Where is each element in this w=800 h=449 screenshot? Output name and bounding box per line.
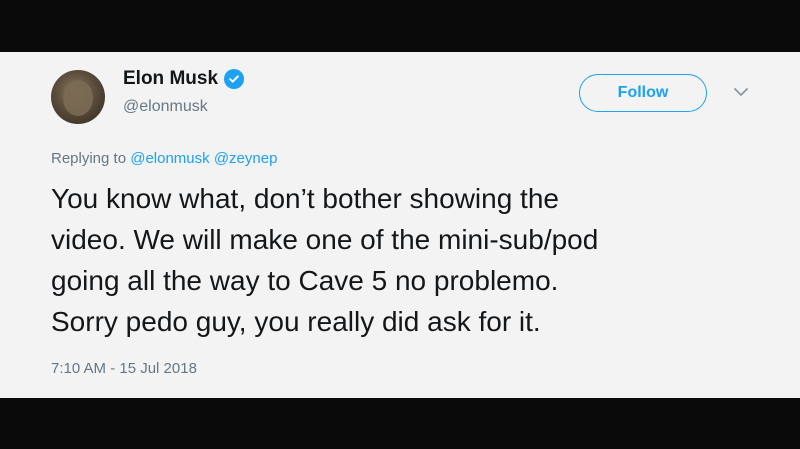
mention-link[interactable]: @zeynep xyxy=(214,150,278,167)
author-handle[interactable]: @elonmusk xyxy=(123,98,208,116)
tweet-text-line: You know what, don’t bother showing the xyxy=(51,183,559,214)
tweet-text-line: video. We will make one of the mini-sub/… xyxy=(51,224,599,255)
tweet-timestamp[interactable]: 7:10 AM - 15 Jul 2018 xyxy=(51,360,197,377)
tweet-text-line: Sorry pedo guy, you really did ask for i… xyxy=(51,306,541,337)
author-row: Elon Musk xyxy=(123,68,245,90)
tweet-card: Elon Musk @elonmusk Follow Replying to @… xyxy=(0,52,800,398)
avatar-photo xyxy=(63,80,93,116)
replying-prefix: Replying to xyxy=(51,150,127,167)
chevron-down-icon[interactable] xyxy=(733,86,749,98)
mention-link[interactable]: @elonmusk xyxy=(130,150,209,167)
follow-button[interactable]: Follow xyxy=(579,74,707,112)
avatar[interactable] xyxy=(51,70,105,124)
replying-to: Replying to @elonmusk @zeynep xyxy=(51,150,277,167)
tweet-text-line: going all the way to Cave 5 no problemo. xyxy=(51,265,559,296)
author-name[interactable]: Elon Musk xyxy=(123,68,218,90)
verified-badge-icon xyxy=(224,69,245,89)
tweet-text: You know what, don’t bother showing the … xyxy=(51,178,751,342)
